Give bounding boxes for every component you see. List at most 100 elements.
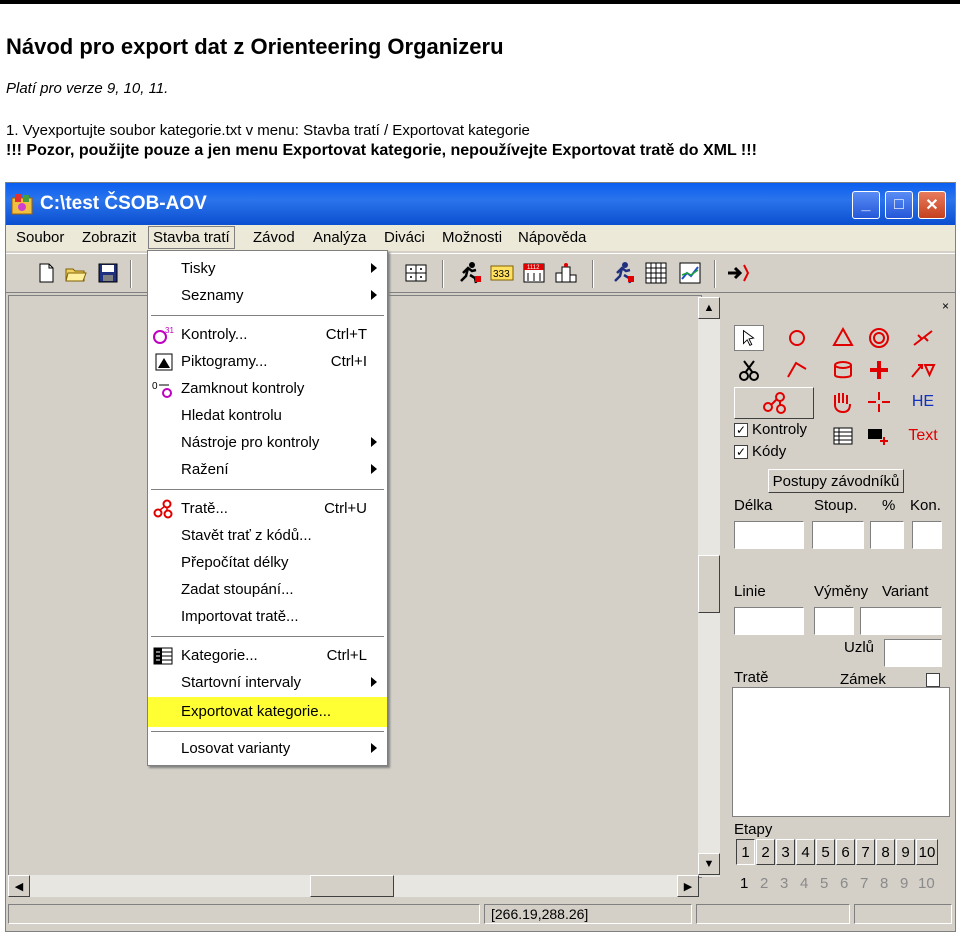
scissors-icon[interactable] [734,357,764,383]
menu-napoveda[interactable]: Nápověda [518,229,586,246]
open-folder-icon[interactable] [64,261,88,285]
uzlu-field[interactable] [884,639,942,667]
spectator-runner-icon[interactable] [612,261,636,285]
etapa-button-2[interactable]: 2 [756,839,775,865]
status-coords: [266.19,288.26] [484,904,692,924]
close-button[interactable]: ✕ [918,191,946,219]
chk-kontroly-row[interactable]: ✓ Kontroly [734,421,807,438]
vertical-scrollbar[interactable]: ▲ ▼ [698,297,720,877]
text-tool-button[interactable]: Text [908,423,938,449]
triangle-tool-icon[interactable] [828,325,858,351]
dashed-cross-icon[interactable] [864,389,894,415]
dd-item-kategorie[interactable]: Kategorie... Ctrl+L [148,644,387,668]
flag-line-icon[interactable] [782,357,812,383]
app-icon [11,194,33,215]
hand-tool-icon[interactable] [828,389,858,415]
dd-item-exportovat-kategorie[interactable]: Exportovat kategorie... [148,697,387,727]
dd-item-prepocitat-delky[interactable]: Přepočítat délky [148,551,387,575]
horizontal-scroll-thumb[interactable] [310,875,394,897]
dd-item-stavet-trat-z-kodu[interactable]: Stavět trať z kódů... [148,524,387,548]
legend-table-icon[interactable] [828,423,858,449]
dd-item-razeni[interactable]: Ražení [148,458,387,482]
double-circle-tool-icon[interactable] [864,325,894,351]
menu-analyza[interactable]: Analýza [313,229,366,246]
scroll-up-icon[interactable]: ▲ [698,297,720,319]
save-icon[interactable] [96,261,120,285]
etapa-button-5[interactable]: 5 [816,839,835,865]
graph-icon[interactable] [678,261,702,285]
dd-item-nastroje-pro-kontroly[interactable]: Nástroje pro kontroly [148,431,387,455]
svg-text:1112: 1112 [527,265,540,271]
etapa-button-6[interactable]: 6 [836,839,855,865]
start-numbers-icon[interactable]: 333 [490,261,514,285]
menu-stavba-trati[interactable]: Stavba tratí [148,226,235,249]
etapa-button-1[interactable]: 1 [736,839,755,865]
scroll-right-icon[interactable]: ▶ [677,875,699,897]
new-file-icon[interactable] [34,261,58,285]
runner-icon[interactable] [458,261,482,285]
table-icon[interactable] [644,261,668,285]
menu-moznosti[interactable]: Možnosti [442,229,502,246]
variant-field[interactable] [860,607,942,635]
punch-card-icon[interactable]: 1112 [522,261,546,285]
menu-soubor[interactable]: Soubor [16,229,64,246]
title-bar[interactable]: C:\test ČSOB-AOV _ □ ✕ [6,183,955,225]
dd-item-losovat-varianty[interactable]: Losovat varianty [148,737,387,761]
dd-item-zamknout-kontroly[interactable]: 0 Zamknout kontroly [148,377,387,401]
etapa-number-5: 5 [820,875,829,892]
label-zamek: Zámek [840,671,886,688]
dd-item-piktogramy[interactable]: Piktogramy... Ctrl+I [148,350,387,374]
panel-close-icon[interactable]: × [942,299,949,313]
vertical-scroll-thumb[interactable] [698,555,720,613]
maximize-button[interactable]: □ [885,191,913,219]
export-arrow-icon[interactable] [726,261,750,285]
podium-icon[interactable] [554,261,578,285]
etapa-button-4[interactable]: 4 [796,839,815,865]
etapa-button-8[interactable]: 8 [876,839,895,865]
etapa-number-10: 10 [918,875,935,892]
arrow-triangle-tool-icon[interactable] [908,357,938,383]
course-tool-button[interactable] [734,387,814,419]
postupy-button[interactable]: Postupy závodníků [768,469,904,493]
menu-zavod[interactable]: Závod [253,229,295,246]
vymeny-field[interactable] [814,607,854,635]
dd-item-tisky[interactable]: Tisky [148,257,387,281]
minimize-button[interactable]: _ [852,191,880,219]
select-arrow-icon[interactable] [734,325,764,351]
dd-item-importovat-trate[interactable]: Importovat tratě... [148,605,387,629]
menu-zobrazit[interactable]: Zobrazit [82,229,136,246]
dd-item-seznamy[interactable]: Seznamy [148,284,387,308]
scroll-left-icon[interactable]: ◀ [8,875,30,897]
procenta-field[interactable] [870,521,904,549]
kon-field[interactable] [912,521,942,549]
etapa-number-6: 6 [840,875,849,892]
linie-field[interactable] [734,607,804,635]
grid-icon[interactable] [404,261,428,285]
cylinder-tool-icon[interactable] [828,357,858,383]
etapa-button-10[interactable]: 10 [916,839,938,865]
etapa-button-3[interactable]: 3 [776,839,795,865]
etapa-button-7[interactable]: 7 [856,839,875,865]
dd-item-zadat-stoupani[interactable]: Zadat stoupání... [148,578,387,602]
add-symbol-icon[interactable] [864,423,894,449]
horizontal-scrollbar[interactable]: ◀ ▶ [8,875,699,897]
delka-field[interactable] [734,521,804,549]
red-cross-icon[interactable] [864,357,894,383]
circle-tool-icon[interactable] [782,325,812,351]
trate-list[interactable] [732,687,950,817]
menu-divaci[interactable]: Diváci [384,229,425,246]
etapa-button-9[interactable]: 9 [896,839,915,865]
chk-kody-row[interactable]: ✓ Kódy [734,443,786,460]
chk-kontroly-checkbox[interactable]: ✓ [734,422,748,437]
dd-item-trate[interactable]: Tratě... Ctrl+U [148,497,387,521]
stoupani-field[interactable] [812,521,864,549]
dd-item-hledat-kontrolu[interactable]: Hledat kontrolu [148,404,387,428]
crossing-tool-icon[interactable] [908,325,938,351]
dd-item-kontroly[interactable]: 31 Kontroly... Ctrl+T [148,323,387,347]
scroll-down-icon[interactable]: ▼ [698,853,720,875]
drawing-tools-panel: × HE ✓ Kontroly ✓ Kódy Text Postupy závo… [724,297,953,897]
dd-item-startovni-intervaly[interactable]: Startovní intervaly [148,671,387,695]
chk-kody-checkbox[interactable]: ✓ [734,444,748,459]
he-tool-button[interactable]: HE [908,389,938,415]
zamek-checkbox[interactable] [926,673,940,687]
